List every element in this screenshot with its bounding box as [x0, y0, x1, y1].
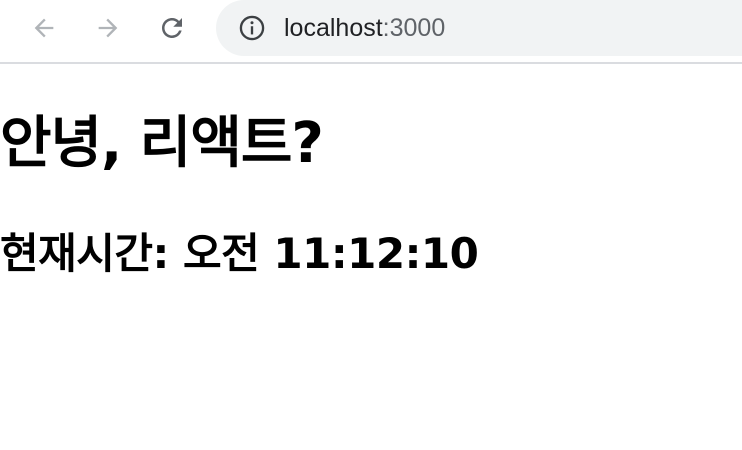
url-host: localhost — [284, 14, 383, 42]
page-heading: 안녕, 리액트? — [0, 111, 324, 176]
forward-button[interactable] — [90, 10, 126, 46]
back-button[interactable] — [26, 10, 62, 46]
browser-toolbar: localhost:3000 — [0, 0, 742, 64]
current-time-text: 현재시간: 오전 11:12:10 — [0, 229, 479, 278]
page-content: 안녕, 리액트? 현재시간: 오전 11:12:10 — [0, 66, 742, 450]
info-icon[interactable] — [238, 14, 266, 42]
url-port: :3000 — [382, 14, 446, 42]
reload-button[interactable] — [154, 10, 190, 46]
arrow-left-icon — [34, 18, 54, 38]
url-text[interactable]: localhost:3000 — [284, 12, 445, 44]
arrow-right-icon — [98, 18, 118, 38]
address-bar[interactable]: localhost:3000 — [216, 0, 742, 56]
reload-icon — [162, 18, 182, 38]
